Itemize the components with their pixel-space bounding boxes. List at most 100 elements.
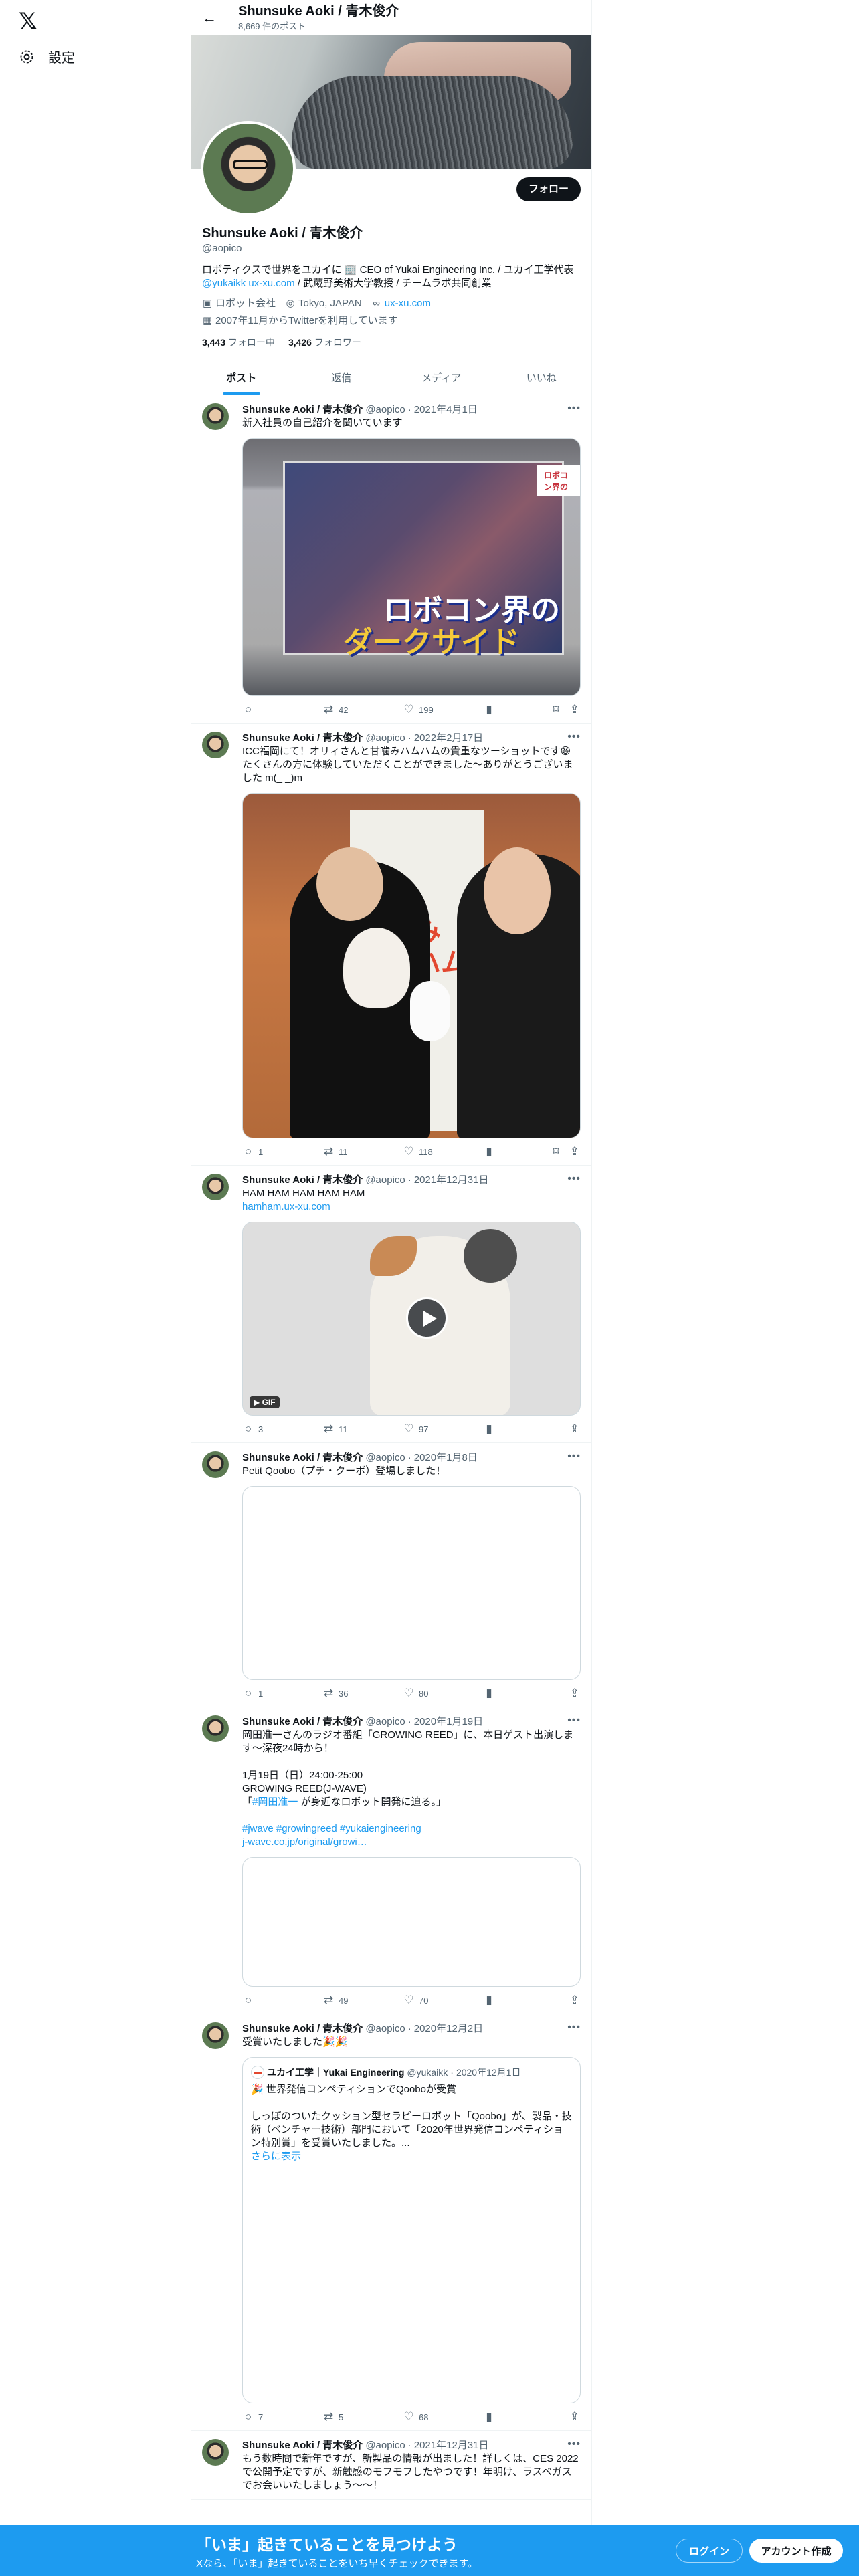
post-item[interactable]: Shunsuke Aoki / 青木俊介 @aopico · 2021年12月3…: [191, 1166, 591, 1443]
tab-replies[interactable]: 返信: [292, 360, 392, 395]
repost-button[interactable]: ⇄ 49: [322, 1994, 403, 2007]
post-date[interactable]: 2020年1月8日: [414, 1451, 478, 1465]
post-avatar[interactable]: [202, 732, 229, 758]
post-item[interactable]: Shunsuke Aoki / 青木俊介 @aopico · 2020年12月2…: [191, 2014, 591, 2431]
more-icon[interactable]: •••: [567, 2021, 581, 2034]
repost-button[interactable]: ⇄ 36: [322, 1687, 403, 1700]
like-button[interactable]: ♡ 199: [403, 703, 483, 716]
share-button[interactable]: ⇪: [569, 1422, 581, 1436]
views-button[interactable]: ▮: [483, 703, 547, 716]
post-author-name[interactable]: Shunsuke Aoki / 青木俊介: [242, 1174, 363, 1187]
post-author-name[interactable]: Shunsuke Aoki / 青木俊介: [242, 732, 363, 745]
repost-button[interactable]: ⇄ 11: [322, 1145, 403, 1158]
post-avatar[interactable]: [202, 1715, 229, 1742]
tab-likes[interactable]: いいね: [492, 360, 592, 395]
settings-link[interactable]: 設定: [19, 47, 75, 66]
play-icon[interactable]: [406, 1297, 448, 1339]
post-media-placeholder[interactable]: [242, 1486, 581, 1680]
more-icon[interactable]: •••: [567, 402, 581, 415]
repost-button[interactable]: ⇄ 5: [322, 2410, 403, 2424]
more-icon[interactable]: •••: [567, 1714, 581, 1727]
like-button[interactable]: ♡ 118: [403, 1145, 483, 1158]
following-stat[interactable]: 3,443 フォロー中: [202, 336, 275, 349]
reply-button[interactable]: ○: [242, 703, 322, 716]
views-button[interactable]: ▮: [483, 1145, 547, 1158]
share-button[interactable]: ⇪: [569, 703, 581, 716]
post-gif[interactable]: ▶ GIF: [242, 1222, 581, 1416]
post-date[interactable]: 2021年12月31日: [414, 1174, 489, 1187]
avatar[interactable]: [201, 121, 296, 216]
post-date[interactable]: 2021年12月31日: [414, 2439, 489, 2452]
more-icon[interactable]: •••: [567, 2438, 581, 2451]
post-avatar[interactable]: [202, 403, 229, 430]
back-arrow-icon[interactable]: ←: [202, 9, 218, 27]
post-date[interactable]: 2022年2月17日: [414, 732, 483, 745]
tab-media[interactable]: メディア: [391, 360, 492, 395]
bio-link-yukaikk[interactable]: @yukaikk: [202, 278, 246, 289]
reply-button[interactable]: ○ 3: [242, 1422, 322, 1436]
quoted-post[interactable]: ユカイ工学｜Yukai Engineering @yukaikk · 2020年…: [242, 2057, 581, 2403]
post-author-handle[interactable]: @aopico: [365, 1715, 405, 1729]
followers-stat[interactable]: 3,426 フォロワー: [288, 336, 361, 349]
reply-button[interactable]: ○ 1: [242, 1145, 322, 1158]
share-button[interactable]: ⇪: [569, 1687, 581, 1700]
reply-button[interactable]: ○ 1: [242, 1687, 322, 1700]
post-author-handle[interactable]: @aopico: [365, 403, 405, 417]
more-icon[interactable]: •••: [567, 1450, 581, 1463]
post-author-name[interactable]: Shunsuke Aoki / 青木俊介: [242, 1715, 363, 1729]
bio-link-uxxu[interactable]: ux-xu.com: [248, 278, 294, 289]
post-avatar[interactable]: [202, 2439, 229, 2466]
post-link[interactable]: j-wave.co.jp/original/growi…: [242, 1836, 581, 1849]
meta-url[interactable]: ∞ ux-xu.com: [371, 297, 431, 310]
meta-url-link[interactable]: ux-xu.com: [385, 298, 431, 309]
post-author-handle[interactable]: @aopico: [365, 2439, 405, 2452]
post-author-handle[interactable]: @aopico: [365, 1174, 405, 1187]
post-avatar[interactable]: [202, 2022, 229, 2049]
views-button[interactable]: ▮: [483, 1687, 547, 1700]
post-item[interactable]: Shunsuke Aoki / 青木俊介 @aopico · 2020年1月19…: [191, 1707, 591, 2014]
share-button[interactable]: ⇪: [569, 2410, 581, 2424]
more-icon[interactable]: •••: [567, 1172, 581, 1186]
show-more-link[interactable]: さらに表示: [251, 2150, 572, 2163]
post-item[interactable]: Shunsuke Aoki / 青木俊介 @aopico · 2021年4月1日…: [191, 395, 591, 724]
views-button[interactable]: ▮: [483, 1422, 547, 1436]
post-image[interactable]: 甘噛み ハムハム: [242, 793, 581, 1138]
post-media-placeholder[interactable]: [242, 1857, 581, 1987]
post-date[interactable]: 2020年1月19日: [414, 1715, 483, 1729]
repost-button[interactable]: ⇄ 11: [322, 1422, 403, 1436]
post-avatar[interactable]: [202, 1174, 229, 1200]
follow-button[interactable]: フォロー: [516, 177, 581, 201]
post-image[interactable]: ロボコン界の ロボコン界の ダークサイド: [242, 438, 581, 696]
post-item[interactable]: Shunsuke Aoki / 青木俊介 @aopico · 2022年2月17…: [191, 724, 591, 1166]
x-logo-icon[interactable]: 𝕏: [19, 9, 43, 33]
create-account-button[interactable]: アカウント作成: [749, 2539, 843, 2563]
login-button[interactable]: ログイン: [676, 2539, 743, 2563]
post-item[interactable]: Shunsuke Aoki / 青木俊介 @aopico · 2021年12月3…: [191, 2431, 591, 2500]
share-button[interactable]: ⇪: [569, 1145, 581, 1158]
like-button[interactable]: ♡ 97: [403, 1422, 483, 1436]
post-date[interactable]: 2020年12月2日: [414, 2022, 483, 2036]
repost-button[interactable]: ⇄ 42: [322, 703, 403, 716]
post-avatar[interactable]: [202, 1451, 229, 1478]
bookmark-button[interactable]: ⌑: [550, 703, 569, 716]
share-button[interactable]: ⇪: [569, 1994, 581, 2007]
like-button[interactable]: ♡ 68: [403, 2410, 483, 2424]
post-date[interactable]: 2021年4月1日: [414, 403, 478, 417]
more-icon[interactable]: •••: [567, 730, 581, 744]
post-author-name[interactable]: Shunsuke Aoki / 青木俊介: [242, 2022, 363, 2036]
post-link[interactable]: hamham.ux-xu.com: [242, 1200, 581, 1214]
reply-button[interactable]: ○: [242, 1994, 322, 2007]
hashtag-links[interactable]: #jwave #growingreed #yukaiengineering: [242, 1823, 421, 1834]
post-author-name[interactable]: Shunsuke Aoki / 青木俊介: [242, 1451, 363, 1465]
post-author-handle[interactable]: @aopico: [365, 732, 405, 745]
views-button[interactable]: ▮: [483, 2410, 547, 2424]
like-button[interactable]: ♡ 80: [403, 1687, 483, 1700]
post-author-name[interactable]: Shunsuke Aoki / 青木俊介: [242, 403, 363, 417]
reply-button[interactable]: ○ 7: [242, 2410, 322, 2424]
post-author-handle[interactable]: @aopico: [365, 1451, 405, 1465]
like-button[interactable]: ♡ 70: [403, 1994, 483, 2007]
views-button[interactable]: ▮: [483, 1994, 547, 2007]
post-author-name[interactable]: Shunsuke Aoki / 青木俊介: [242, 2439, 363, 2452]
bookmark-button[interactable]: ⌑: [550, 1145, 569, 1158]
tab-posts[interactable]: ポスト: [191, 360, 292, 395]
